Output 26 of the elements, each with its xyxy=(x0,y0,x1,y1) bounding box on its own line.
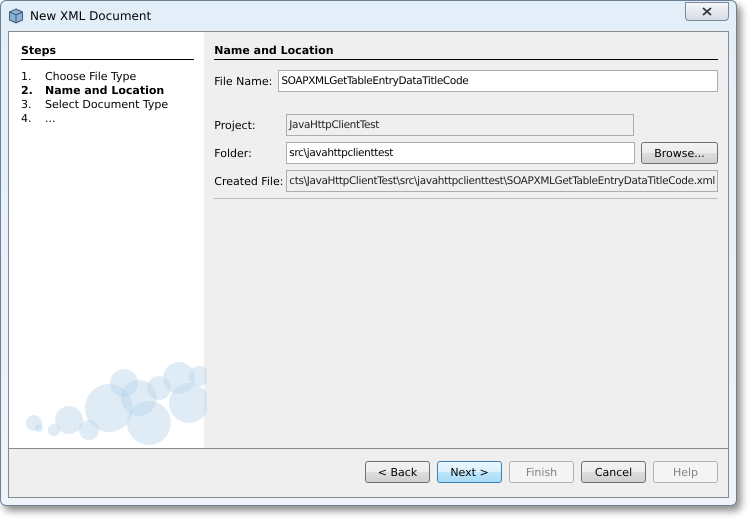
close-icon xyxy=(702,6,712,16)
step-number: 4. xyxy=(21,112,32,126)
text-field[interactable]: SOAPXMLGetTableEntryDataTitleCode xyxy=(278,70,718,92)
window-title: New XML Document xyxy=(30,9,152,23)
step-number: 3. xyxy=(21,98,32,112)
browse-button[interactable]: Browse... xyxy=(641,142,718,164)
step-number: 1. xyxy=(21,70,32,84)
field-label: Project: xyxy=(214,118,257,132)
text-field[interactable]: src\javahttpclienttest xyxy=(286,142,635,164)
steps-heading: Steps xyxy=(21,43,58,57)
panel-heading: Name and Location xyxy=(214,43,335,57)
dialog-button[interactable]: Cancel xyxy=(581,461,646,483)
dialog-button[interactable]: < Back xyxy=(365,461,430,483)
field-label: Folder: xyxy=(214,146,253,160)
field-label: Created File: xyxy=(214,174,280,188)
text-field[interactable]: cts\JavaHttpClientTest\src\javahttpclienttest\SOAPXMLGetTableEntryDataTitleCode.xml xyxy=(286,170,718,192)
close-button[interactable] xyxy=(685,2,729,20)
step-label: Choose File Type xyxy=(45,70,136,84)
step-label: ... xyxy=(45,112,56,126)
step-label: Select Document Type xyxy=(45,98,168,112)
step-number: 2. xyxy=(21,84,34,98)
field-label: File Name: xyxy=(214,74,272,88)
dialog-button[interactable]: Next > xyxy=(437,461,502,483)
cube-icon xyxy=(8,8,24,24)
step-label: Name and Location xyxy=(45,84,164,98)
text-field[interactable]: JavaHttpClientTest xyxy=(286,114,634,136)
